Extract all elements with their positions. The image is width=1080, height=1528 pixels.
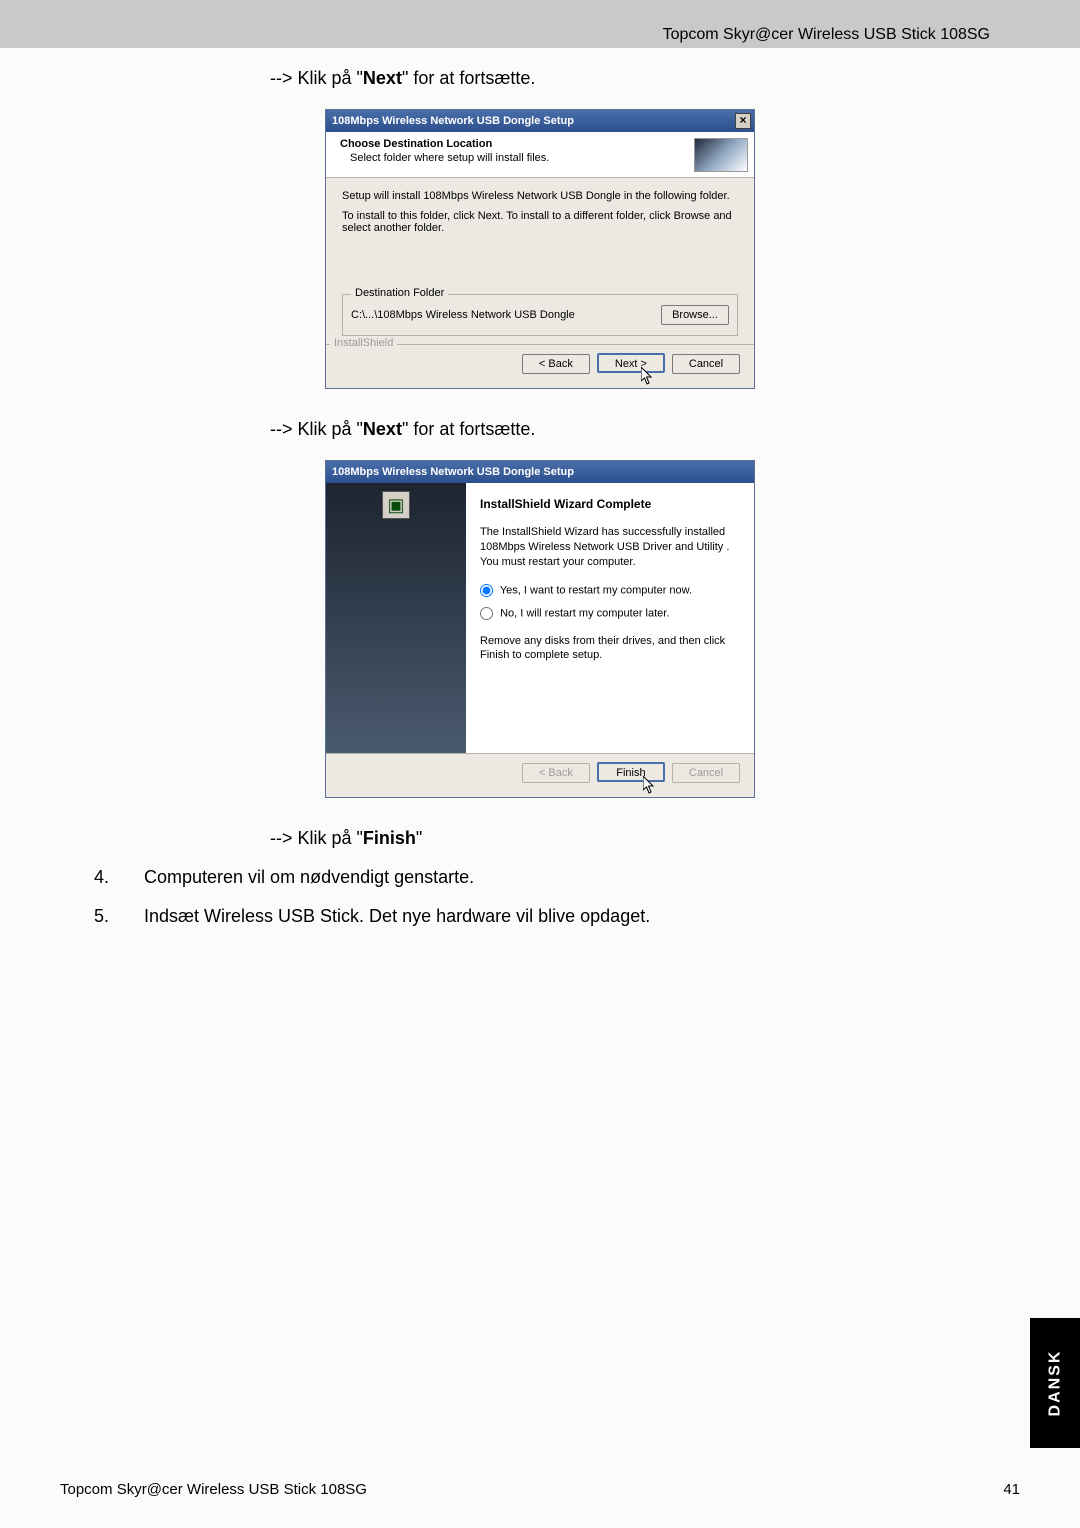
wizard-body: ▣ InstallShield Wizard Complete The Inst…	[326, 483, 754, 753]
header-image	[694, 138, 748, 172]
footer-left: Topcom Skyr@cer Wireless USB Stick 108SG	[60, 1481, 367, 1498]
back-button-2: < Back	[522, 763, 590, 783]
step-4: 4. Computeren vil om nødvendigt genstart…	[60, 867, 1020, 888]
instr2-prefix: --> Klik på "	[270, 419, 363, 439]
dialog1-header-title: Choose Destination Location	[340, 138, 744, 150]
dialog1-header: Choose Destination Location Select folde…	[326, 132, 754, 178]
radio-no[interactable]	[480, 607, 493, 620]
next-button-label: Next >	[615, 358, 647, 370]
dialog1-footer: InstallShield < Back Next > Cancel	[326, 344, 754, 388]
language-tab-label: DANSK	[1046, 1350, 1064, 1417]
radio-no-row[interactable]: No, I will restart my computer later.	[480, 607, 740, 620]
radio-no-label: No, I will restart my computer later.	[500, 607, 669, 619]
wizard-left-panel: ▣	[326, 483, 466, 753]
instr2-suffix: " for at fortsætte.	[402, 419, 535, 439]
wizard-heading: InstallShield Wizard Complete	[480, 497, 740, 511]
instr1-prefix: --> Klik på "	[270, 68, 363, 88]
step-5-text: Indsæt Wireless USB Stick. Det nye hardw…	[144, 906, 650, 927]
wizard-para2: Remove any disks from their drives, and …	[480, 634, 740, 664]
installshield-label: InstallShield	[330, 337, 397, 349]
step-5-number: 5.	[94, 906, 114, 927]
dialog-complete: 108Mbps Wireless Network USB Dongle Setu…	[325, 460, 755, 798]
dialog2-footer: < Back Finish Cancel	[326, 753, 754, 797]
instr1-suffix: " for at fortsætte.	[402, 68, 535, 88]
destination-path-row: C:\...\108Mbps Wireless Network USB Dong…	[351, 305, 729, 325]
close-icon[interactable]: ×	[735, 113, 751, 129]
step-5: 5. Indsæt Wireless USB Stick. Det nye ha…	[60, 906, 1020, 927]
radio-yes[interactable]	[480, 584, 493, 597]
instruction-1: --> Klik på "Next" for at fortsætte.	[270, 68, 1020, 89]
dialog1-header-sub: Select folder where setup will install f…	[340, 152, 744, 164]
browse-button[interactable]: Browse...	[661, 305, 729, 325]
destination-folder-group: Destination Folder C:\...\108Mbps Wirele…	[342, 294, 738, 336]
back-button[interactable]: < Back	[522, 354, 590, 374]
page-footer: Topcom Skyr@cer Wireless USB Stick 108SG…	[60, 1481, 1020, 1498]
finish-button[interactable]: Finish	[597, 762, 665, 782]
radio-yes-row[interactable]: Yes, I want to restart my computer now.	[480, 584, 740, 597]
instruction-3: --> Klik på "Finish"	[270, 828, 1020, 849]
product-header: Topcom Skyr@cer Wireless USB Stick 108SG	[663, 26, 990, 44]
next-button[interactable]: Next >	[597, 353, 665, 373]
instruction-2: --> Klik på "Next" for at fortsætte.	[270, 419, 1020, 440]
dialog2-title: 108Mbps Wireless Network USB Dongle Setu…	[332, 466, 574, 478]
wizard-para1: The InstallShield Wizard has successfull…	[480, 525, 740, 570]
radio-yes-label: Yes, I want to restart my computer now.	[500, 584, 692, 596]
main-content: --> Klik på "Next" for at fortsætte. 108…	[0, 60, 1080, 927]
destination-legend: Destination Folder	[351, 287, 448, 299]
cancel-button-2: Cancel	[672, 763, 740, 783]
instr3-bold: Finish	[363, 828, 416, 848]
instr3-prefix: --> Klik på "	[270, 828, 363, 848]
step-4-text: Computeren vil om nødvendigt genstarte.	[144, 867, 474, 888]
language-tab: DANSK	[1030, 1318, 1080, 1448]
dialog-destination: 108Mbps Wireless Network USB Dongle Setu…	[325, 109, 755, 389]
wizard-right-panel: InstallShield Wizard Complete The Instal…	[466, 483, 754, 753]
destination-path: C:\...\108Mbps Wireless Network USB Dong…	[351, 309, 575, 321]
instr2-bold: Next	[363, 419, 402, 439]
titlebar[interactable]: 108Mbps Wireless Network USB Dongle Setu…	[326, 110, 754, 132]
page-number: 41	[1003, 1481, 1020, 1498]
wizard-computer-icon: ▣	[382, 491, 410, 519]
step-4-number: 4.	[94, 867, 114, 888]
cancel-button[interactable]: Cancel	[672, 354, 740, 374]
instr3-suffix: "	[416, 828, 422, 848]
titlebar-2[interactable]: 108Mbps Wireless Network USB Dongle Setu…	[326, 461, 754, 483]
dialog1-line2: To install to this folder, click Next. T…	[342, 210, 738, 234]
finish-button-label: Finish	[616, 767, 645, 779]
instr1-bold: Next	[363, 68, 402, 88]
dialog1-line1: Setup will install 108Mbps Wireless Netw…	[342, 190, 738, 202]
dialog1-body: Setup will install 108Mbps Wireless Netw…	[326, 178, 754, 344]
dialog1-title: 108Mbps Wireless Network USB Dongle Setu…	[332, 115, 574, 127]
